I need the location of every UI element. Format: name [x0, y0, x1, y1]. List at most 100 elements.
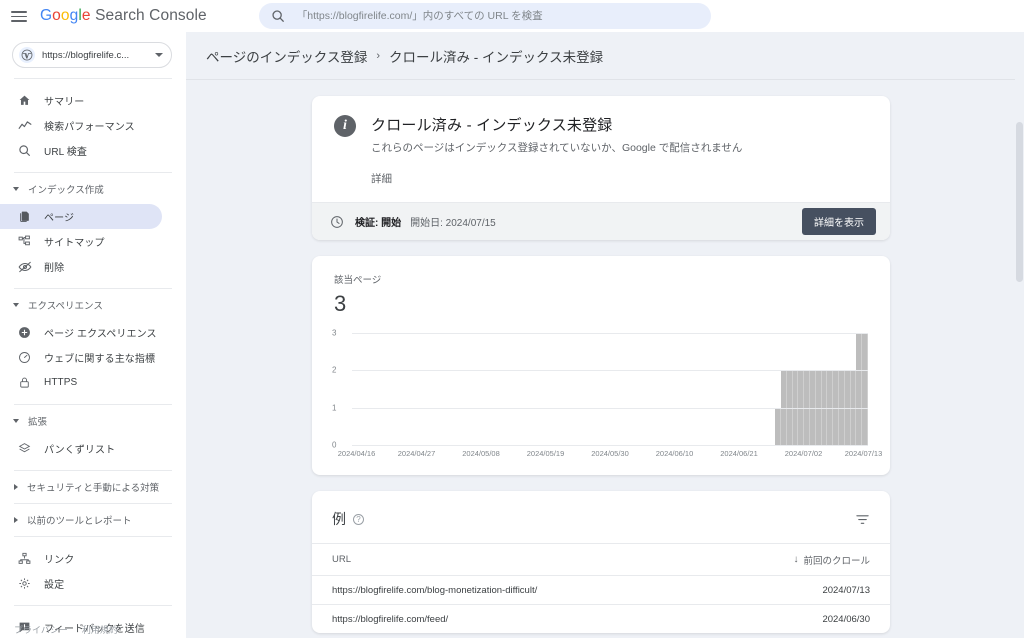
chevron-down-icon — [13, 187, 19, 191]
chart-x-tick: 2024/07/13 — [844, 449, 883, 458]
metric-block[interactable]: 該当ページ 3 — [312, 256, 890, 327]
hamburger-menu-icon[interactable] — [10, 7, 28, 25]
sidebar-item-pages[interactable]: ページ — [0, 204, 162, 229]
divider — [14, 78, 172, 79]
brand-letter-o2: o — [60, 7, 70, 24]
sidebar-group-experience[interactable]: エクスペリエンス — [0, 294, 186, 316]
chevron-right-icon — [14, 517, 18, 523]
sidebar-group-enhancements[interactable]: 拡張 — [0, 410, 186, 432]
chart-x-tick: 2024/06/10 — [655, 449, 694, 458]
chart-y-tick: 2 — [332, 365, 337, 375]
issue-details-link[interactable]: 詳細 — [371, 171, 742, 186]
sidebar-label: サイトマップ — [44, 238, 105, 249]
sidebar-label: パンくずリスト — [44, 445, 116, 456]
chart-y-tick: 0 — [332, 440, 337, 450]
sidebar-item-https[interactable]: HTTPS — [0, 370, 162, 395]
group-label: インデックス作成 — [28, 185, 104, 196]
chart-x-tick: 2024/04/16 — [337, 449, 376, 458]
chart-area[interactable]: 0123 2024/04/16 2024/04/27 2024/05/08 2024/… — [312, 327, 890, 475]
speedometer-icon — [16, 349, 33, 366]
show-details-button[interactable]: 詳細を表示 — [802, 208, 876, 235]
layers-icon — [16, 440, 33, 457]
header-divider — [186, 79, 1024, 80]
sidebar-group-indexing[interactable]: インデックス作成 — [0, 178, 186, 200]
app-root: Google Search Console https://blogfireli… — [0, 0, 1024, 638]
page-scrollbar[interactable] — [1015, 32, 1024, 638]
brand-letter-e: e — [81, 7, 91, 24]
divider — [14, 288, 172, 289]
issue-text-block: クロール済み - インデックス未登録 これらのページはインデックス登録されていな… — [371, 114, 742, 186]
metric-value: 3 — [334, 291, 347, 316]
group-label: セキュリティと手動による対策 — [27, 483, 160, 494]
nav-section-misc: リンク 設定 — [0, 542, 186, 600]
bar-chart[interactable]: 0 1 2 3 — [330, 329, 872, 450]
search-input[interactable] — [296, 10, 699, 22]
lock-icon — [16, 374, 33, 391]
terms-link[interactable]: 利用規約 — [82, 623, 118, 636]
chevron-right-icon — [14, 484, 18, 490]
sidebar-label: ページ — [44, 213, 75, 224]
issue-title: クロール済み - インデックス未登録 — [371, 117, 613, 134]
chart-x-tick: 2024/07/02 — [784, 449, 823, 458]
examples-title: 例 — [332, 511, 346, 527]
chart-x-tick: 2024/06/21 — [720, 449, 758, 458]
sidebar-item-removals[interactable]: 削除 — [0, 254, 162, 279]
chart-bars — [352, 333, 868, 445]
sidebar-item-sitemap[interactable]: サイトマップ — [0, 229, 162, 254]
column-header-last-crawl[interactable]: ↓ 前回のクロール — [793, 553, 870, 567]
main-content: ページのインデックス登録 › クロール済み - インデックス未登録 i クロール… — [186, 32, 1024, 638]
divider — [14, 536, 172, 537]
sidebar-label: ページ エクスペリエンス — [44, 329, 157, 340]
nav-section-experience: ページ エクスペリエンス ウェブに関する主な指標 HTTPS — [0, 316, 186, 399]
column-header-label: 前回のクロール — [803, 555, 870, 567]
column-header-url[interactable]: URL — [332, 554, 351, 565]
sidebar-item-links[interactable]: リンク — [0, 546, 162, 571]
wordpress-icon — [19, 47, 35, 63]
privacy-link[interactable]: プライバシー — [14, 623, 68, 636]
sidebar-item-summary[interactable]: サマリー — [0, 88, 162, 113]
top-bar: Google Search Console — [0, 0, 1024, 32]
divider — [14, 503, 172, 504]
home-icon — [16, 92, 33, 109]
group-label: 拡張 — [28, 417, 48, 428]
chart-gridline — [352, 407, 868, 409]
breadcrumb: ページのインデックス登録 › クロール済み - インデックス未登録 — [206, 32, 996, 79]
filter-icon[interactable] — [855, 512, 870, 527]
search-bar[interactable] — [258, 3, 711, 29]
property-selector[interactable]: https://blogfirelife.c... — [12, 42, 172, 68]
chart-x-axis: 2024/04/16 2024/04/27 2024/05/08 2024/05/19… — [338, 449, 883, 463]
brand-suffix: Search Console — [90, 7, 207, 24]
eye-off-icon — [16, 258, 33, 275]
sidebar-footer: プライバシー 利用規約 — [14, 623, 118, 636]
verification-start-date: 開始日: 2024/07/15 — [410, 218, 496, 229]
sidebar-label: リンク — [44, 555, 75, 566]
sidebar-group-legacy-tools[interactable]: 以前のツールとレポート — [0, 509, 186, 531]
chart-bar[interactable] — [862, 333, 868, 445]
help-circle-icon[interactable]: ? — [353, 513, 364, 525]
sidebar-item-core-web-vitals[interactable]: ウェブに関する主な指標 — [0, 345, 162, 370]
group-label: エクスペリエンス — [28, 301, 103, 312]
divider — [14, 404, 172, 405]
verification-status: 検証: 開始 — [355, 218, 402, 229]
sidebar-label: URL 検査 — [44, 147, 88, 158]
divider — [14, 605, 172, 606]
sidebar-item-settings[interactable]: 設定 — [0, 571, 162, 596]
sidebar-item-performance[interactable]: 検索パフォーマンス — [0, 113, 162, 138]
sidebar-group-security[interactable]: セキュリティと手動による対策 — [0, 476, 186, 498]
chart-x-tick: 2024/04/27 — [397, 449, 436, 458]
chevron-down-icon — [13, 419, 19, 423]
chevron-down-icon — [13, 303, 19, 307]
table-row[interactable]: https://blogfirelife.com/feed/ 2024/06/3… — [312, 604, 890, 633]
sidebar-item-url-inspection[interactable]: URL 検査 — [0, 138, 162, 163]
chart-card: 該当ページ 3 0 1 2 3 2024/04/16 2024/04/27 2024/05… — [312, 256, 890, 475]
table-row[interactable]: https://blogfirelife.com/blog-monetizati… — [312, 575, 890, 604]
breadcrumb-parent[interactable]: ページのインデックス登録 — [206, 46, 367, 66]
nav-section-indexing: ページ サイトマップ 削除 — [0, 200, 186, 283]
sidebar-label: 設定 — [44, 580, 65, 591]
breadcrumb-current: クロール済み - インデックス未登録 — [389, 50, 604, 65]
scrollbar-thumb[interactable] — [1016, 122, 1023, 282]
chart-line-icon — [16, 117, 33, 134]
issue-card: i クロール済み - インデックス未登録 これらのページはインデックス登録されて… — [312, 96, 890, 240]
sidebar-item-page-experience[interactable]: ページ エクスペリエンス — [0, 320, 162, 345]
sidebar-item-breadcrumbs[interactable]: パンくずリスト — [0, 436, 162, 461]
